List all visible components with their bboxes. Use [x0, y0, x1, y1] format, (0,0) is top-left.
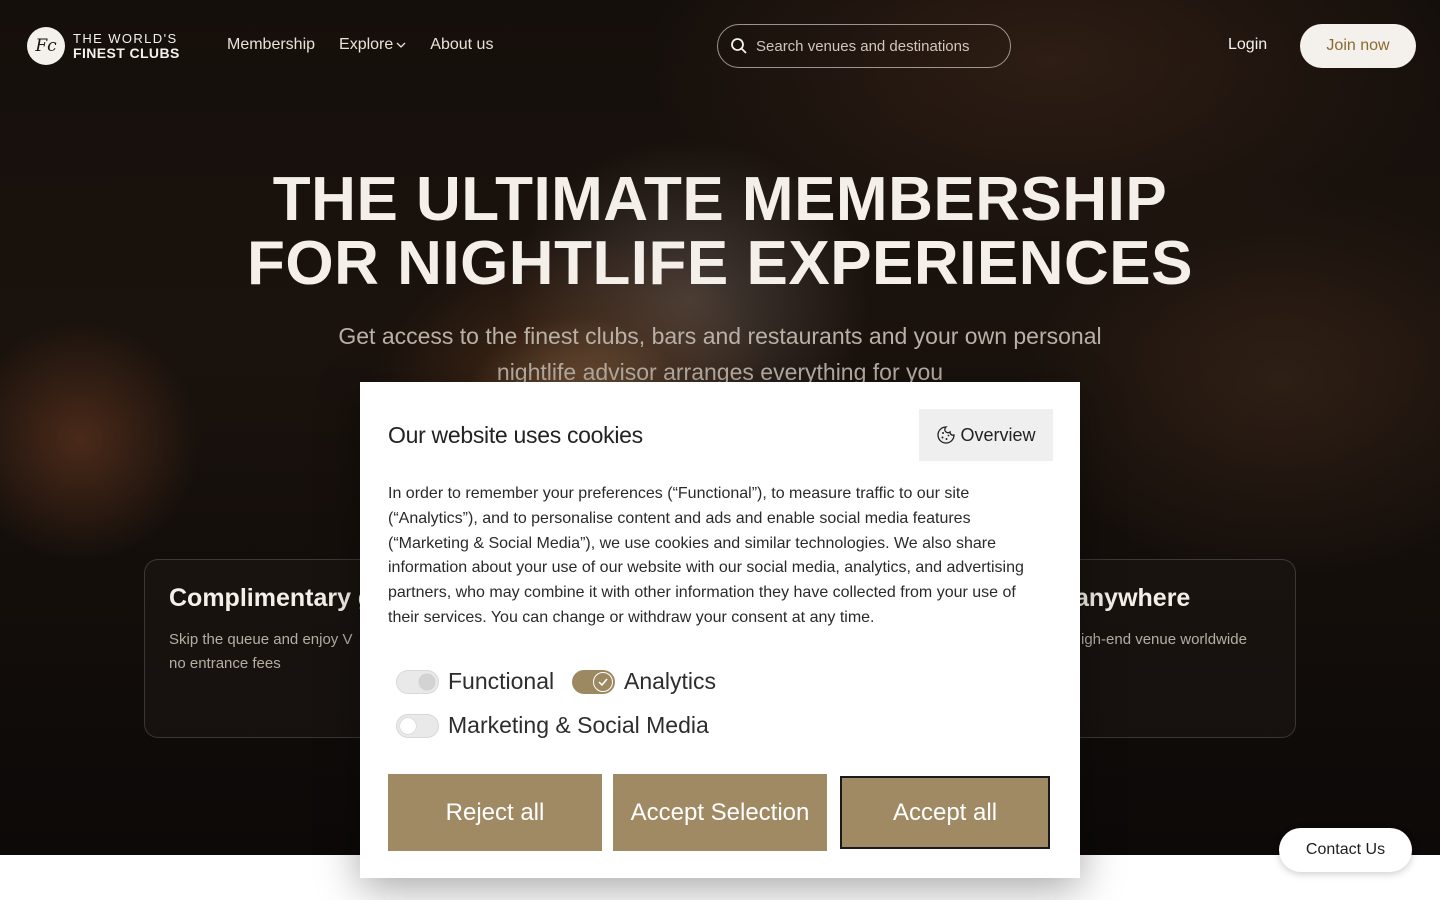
hero-title-line2: FOR NIGHTLIFE EXPERIENCES — [246, 229, 1194, 298]
cookie-icon — [937, 426, 956, 444]
functional-toggle[interactable] — [396, 669, 439, 694]
chevron-down-icon — [396, 42, 406, 48]
toggle-knob — [400, 717, 416, 734]
logo-wordmark: THE WORLD'S FINEST CLUBS — [73, 31, 180, 61]
hero-title: THE ULTIMATE MEMBERSHIP FOR NIGHTLIFE EX… — [220, 168, 1220, 296]
nav-about-us[interactable]: About us — [430, 36, 493, 54]
cookie-dialog-title: Our website uses cookies — [388, 422, 643, 448]
reject-all-button[interactable]: Reject all — [388, 774, 602, 851]
accept-all-button[interactable]: Accept all — [838, 774, 1052, 851]
main-nav: Membership Explore About us — [227, 36, 493, 54]
feature-left-title: Complimentary g — [169, 584, 374, 612]
nav-membership-label: Membership — [227, 36, 316, 53]
search-box[interactable] — [717, 24, 1011, 68]
marketing-toggle[interactable] — [396, 713, 439, 738]
toggle-row-functional: Functional — [396, 668, 554, 695]
analytics-toggle[interactable] — [572, 669, 615, 694]
hero-title-line1: THE ULTIMATE MEMBERSHIP — [272, 165, 1168, 234]
nav-explore[interactable]: Explore — [339, 36, 406, 54]
logo-line1: THE WORLD'S — [73, 31, 178, 46]
feature-right-title: anywhere — [1075, 584, 1191, 612]
toggle-knob — [593, 671, 613, 692]
accept-selection-button[interactable]: Accept Selection — [613, 774, 827, 851]
logo-line2: FINEST CLUBS — [73, 45, 180, 61]
login-link[interactable]: Login — [1228, 36, 1267, 54]
join-now-button[interactable]: Join now — [1300, 24, 1416, 68]
nav-about-label: About us — [430, 36, 494, 53]
feature-left-text: Skip the queue and enjoy V — [169, 631, 353, 648]
search-input[interactable] — [756, 37, 996, 55]
toggle-row-analytics: Analytics — [572, 668, 716, 695]
cookie-overview-label: Overview — [960, 424, 1036, 445]
nav-membership[interactable]: Membership — [227, 36, 315, 54]
checkmark-icon — [598, 678, 608, 686]
site-logo[interactable]: Fc THE WORLD'S FINEST CLUBS — [27, 27, 180, 65]
search-icon — [731, 38, 747, 54]
toggle-knob — [419, 673, 435, 690]
marketing-label: Marketing & Social Media — [448, 712, 709, 738]
analytics-label: Analytics — [624, 668, 717, 694]
cookie-dialog-body: In order to remember your preferences (“… — [388, 485, 1024, 626]
cookie-consent-dialog: Our website uses cookies Overview In ord… — [360, 382, 1080, 878]
feature-left-text2: no entrance fees — [169, 655, 281, 672]
logo-mark-icon: Fc — [27, 27, 65, 65]
contact-us-button[interactable]: Contact Us — [1279, 828, 1412, 872]
toggle-row-marketing: Marketing & Social Media — [396, 712, 709, 739]
nav-explore-label: Explore — [339, 36, 394, 53]
hero-subtitle: Get access to the finest clubs, bars and… — [338, 323, 1102, 385]
feature-right-text: igh-end venue worldwide — [1081, 631, 1247, 648]
functional-label: Functional — [448, 668, 555, 694]
cookie-overview-button[interactable]: Overview — [919, 409, 1053, 461]
